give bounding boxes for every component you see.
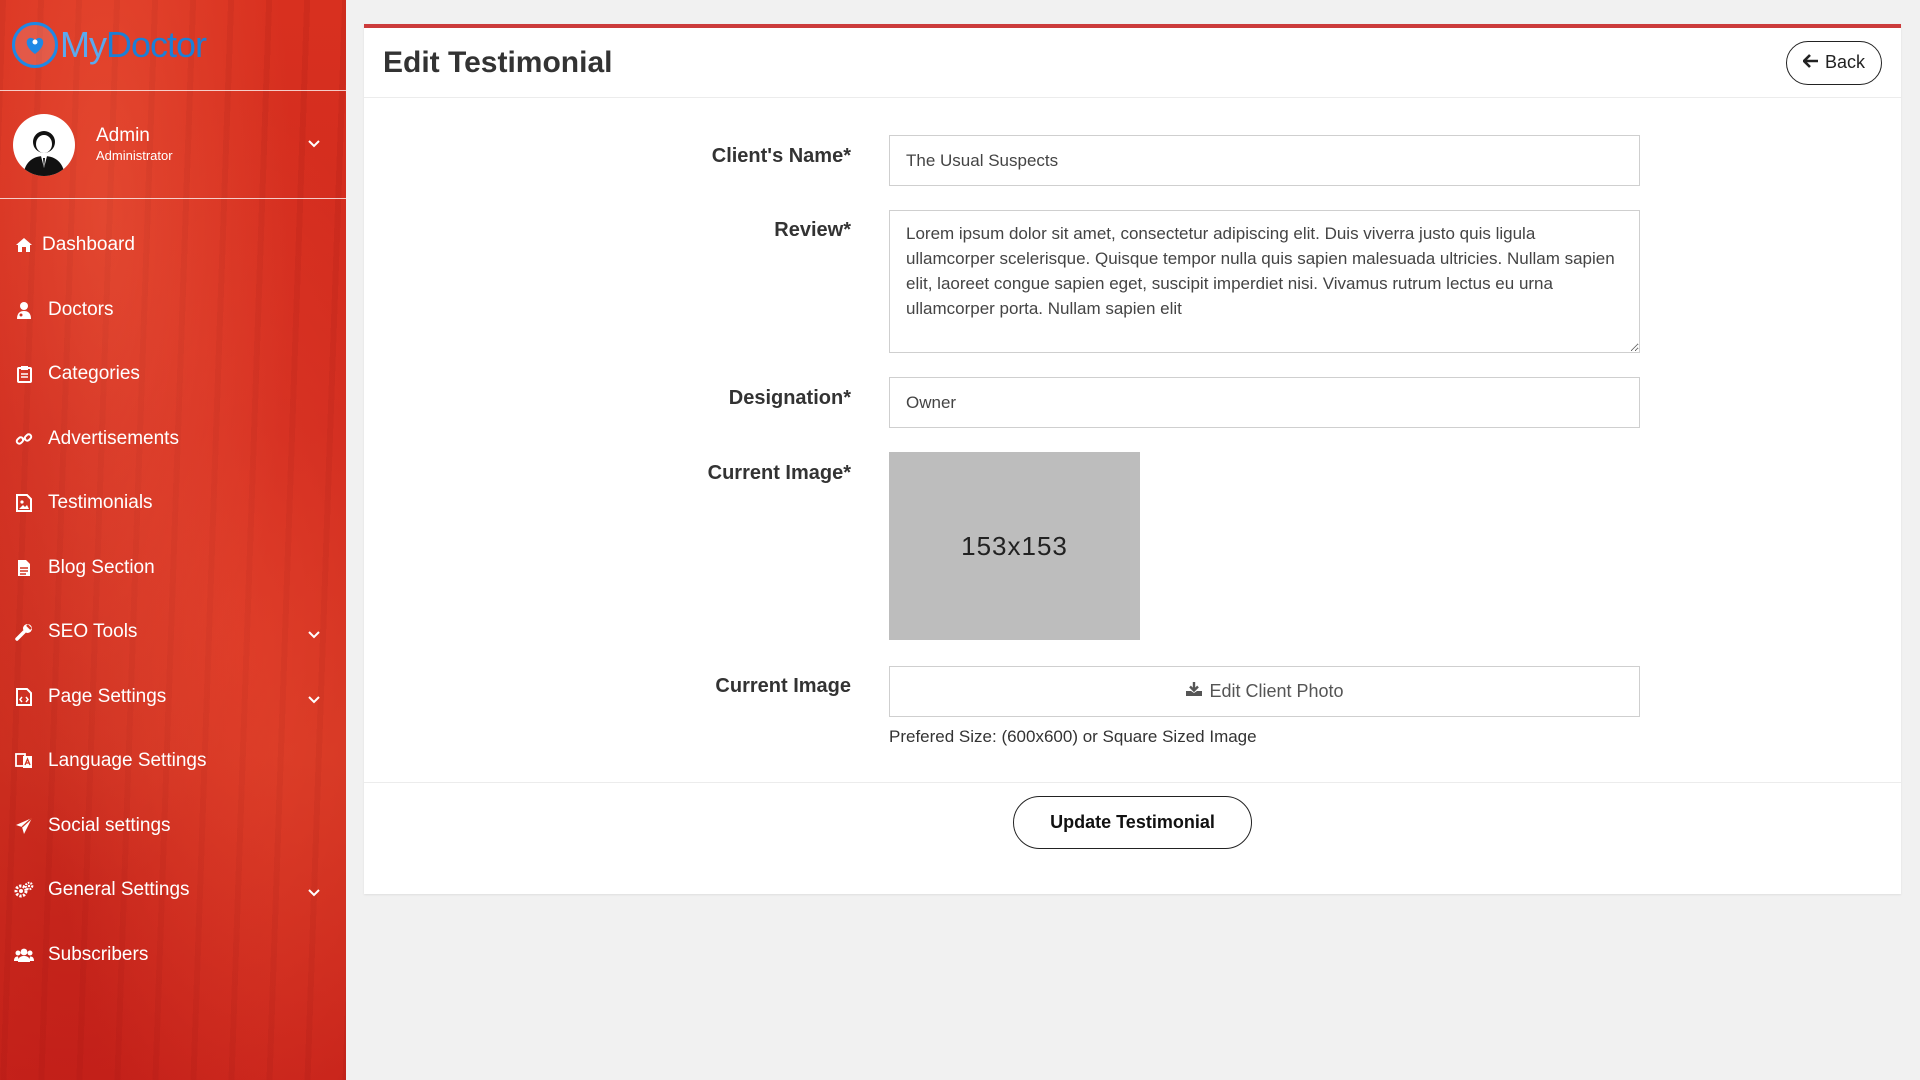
brand-name: MyDoctor bbox=[60, 24, 207, 65]
upload-image-label: Current Image bbox=[715, 675, 851, 697]
user-avatar-icon bbox=[23, 130, 65, 176]
designation-input[interactable] bbox=[889, 377, 1640, 428]
file-icon bbox=[14, 558, 34, 578]
back-button[interactable]: Back bbox=[1785, 40, 1882, 85]
edit-testimonial-panel: Edit Testimonial Back Client's Name* Rev… bbox=[364, 24, 1901, 894]
image-placeholder-text: 153x153 bbox=[961, 530, 1068, 561]
sidebar-item-page-settings[interactable]: Page Settings bbox=[0, 665, 346, 730]
logo-heart-icon bbox=[12, 22, 58, 68]
brand-logo[interactable]: MyDoctor bbox=[0, 0, 346, 91]
sidebar-item-categories[interactable]: Categories bbox=[0, 342, 346, 407]
page-title: Edit Testimonial bbox=[383, 45, 613, 79]
cogs-icon bbox=[14, 880, 34, 900]
sidebar-item-general-settings[interactable]: General Settings bbox=[0, 858, 346, 923]
sidebar-item-subscribers[interactable]: Subscribers bbox=[0, 923, 346, 988]
sidebar-item-doctors[interactable]: Doctors bbox=[0, 278, 346, 343]
user-profile[interactable]: Admin Administrator bbox=[0, 91, 346, 199]
download-icon bbox=[1185, 681, 1203, 702]
sidebar-item-advertisements[interactable]: Advertisements bbox=[0, 407, 346, 472]
chevron-down-icon bbox=[308, 626, 320, 644]
edit-client-photo-label: Edit Client Photo bbox=[1209, 681, 1344, 701]
chevron-down-icon bbox=[308, 884, 320, 902]
designation-label: Designation* bbox=[728, 387, 851, 409]
client-name-input[interactable] bbox=[889, 135, 1640, 186]
avatar bbox=[13, 113, 75, 176]
review-textarea[interactable] bbox=[889, 210, 1640, 353]
clipboard-icon bbox=[14, 364, 34, 384]
sidebar-nav: Dashboard Doctors Categories Advertiseme… bbox=[0, 199, 346, 987]
current-image-label: Current Image* bbox=[707, 462, 851, 484]
chevron-down-icon[interactable] bbox=[308, 135, 320, 153]
chevron-down-icon bbox=[308, 691, 320, 709]
sidebar-item-language-settings[interactable]: Language Settings bbox=[0, 729, 346, 794]
link-icon bbox=[14, 429, 34, 449]
back-button-label: Back bbox=[1824, 52, 1865, 72]
client-name-label: Client's Name* bbox=[711, 145, 851, 167]
arrow-left-icon bbox=[1802, 52, 1819, 73]
panel-header: Edit Testimonial Back bbox=[364, 28, 1901, 98]
sidebar-item-testimonials[interactable]: Testimonials bbox=[0, 471, 346, 536]
paper-plane-icon bbox=[14, 816, 34, 836]
panel-footer-divider bbox=[364, 782, 1901, 783]
sidebar-item-blog-section[interactable]: Blog Section bbox=[0, 536, 346, 601]
user-role: Administrator bbox=[96, 147, 173, 163]
sidebar: MyDoctor Admin Administrator Dashboard D… bbox=[0, 0, 346, 1080]
language-icon bbox=[14, 751, 34, 771]
home-icon bbox=[14, 235, 34, 255]
user-md-icon bbox=[14, 300, 34, 320]
wrench-icon bbox=[14, 622, 34, 642]
review-label: Review* bbox=[774, 219, 851, 241]
user-name: Admin bbox=[96, 124, 150, 146]
image-icon bbox=[14, 493, 34, 513]
sidebar-item-seo-tools[interactable]: SEO Tools bbox=[0, 600, 346, 665]
sidebar-item-social-settings[interactable]: Social settings bbox=[0, 794, 346, 859]
sidebar-item-dashboard[interactable]: Dashboard bbox=[0, 213, 346, 278]
current-image-preview: 153x153 bbox=[889, 452, 1140, 640]
edit-client-photo-button[interactable]: Edit Client Photo bbox=[889, 666, 1640, 717]
image-size-help-text: Prefered Size: (600x600) or Square Sized… bbox=[889, 727, 1257, 746]
users-icon bbox=[14, 945, 34, 965]
update-testimonial-button[interactable]: Update Testimonial bbox=[1013, 796, 1252, 849]
file-code-icon bbox=[14, 687, 34, 707]
